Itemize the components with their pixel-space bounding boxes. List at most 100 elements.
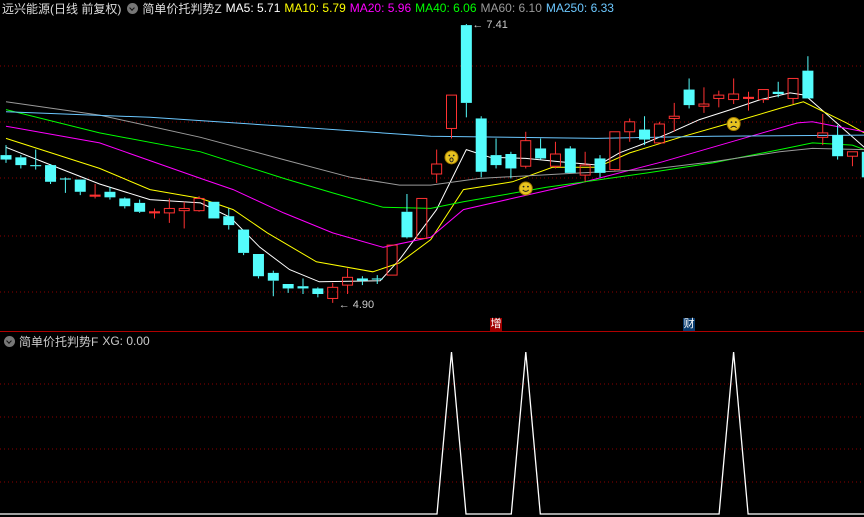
candle-body [104,191,116,198]
candle-body [312,288,324,294]
candle-down [134,199,146,213]
face-eye [734,121,737,124]
candle-down [832,125,844,160]
candle-down [505,151,517,179]
candle-body [0,155,12,160]
candle-body [431,163,443,175]
candle-body [208,201,220,219]
candle-down [45,164,57,184]
candle-body [238,229,250,253]
candle-up [327,282,339,303]
candle-down [74,179,86,196]
candle-body [475,118,487,172]
candle-up [668,102,680,132]
candle-body [59,178,71,180]
candle-body [327,286,339,299]
candle-down [475,116,487,178]
candle-body [743,96,754,99]
candle-body [223,216,235,226]
candle-down [312,287,324,298]
candle-body [446,94,457,129]
surprised-face-icon [444,150,459,165]
candle-down [30,149,42,170]
candle-up [149,208,160,219]
candle-body [30,165,42,167]
signal-tag-cai: 财 [683,318,696,331]
candle-body [594,158,606,173]
candle-body [713,94,725,99]
candle-up [89,184,101,199]
candle-down [535,138,547,160]
candle-body [609,131,621,171]
candle-body [282,284,294,289]
candle-down [683,78,695,109]
kline-chart[interactable]: ← 7.41 ← 4.90 [0,0,864,517]
candle-body [15,157,27,166]
candle-up [743,91,754,111]
candle-up [713,90,725,108]
xg-signal-line [0,351,864,515]
candle-up [787,77,799,104]
candle-down [238,229,250,256]
candle-body [683,89,695,106]
candle-body [639,129,651,140]
candle-body [668,115,680,119]
candle-down [802,56,814,99]
candle-body [846,151,858,157]
candle-body [490,155,502,166]
candle-down [104,187,116,200]
candle-body [802,70,814,99]
candle-down [297,278,309,294]
candle-body [193,197,205,212]
candle-body [401,211,413,238]
candle-down [59,177,71,193]
xg-value: XG: 0.00 [102,334,150,348]
candle-body [505,154,517,169]
candle-up [549,141,561,169]
candle-body [149,211,160,214]
sub-indicator-dropdown-icon[interactable] [4,335,15,347]
face-circle [518,181,533,196]
candle-body [653,123,665,144]
candle-body [832,135,844,157]
sad-face-icon [726,117,741,131]
candle-body [267,272,279,281]
candle-down [15,155,27,169]
face-eye [730,121,733,124]
candle-body [89,194,101,197]
candle-body [297,286,309,289]
candle-body [460,25,472,103]
candle-down [252,254,264,279]
candle-up [846,151,858,167]
candle-down [0,145,12,163]
candle-down [208,201,220,219]
candle-down [460,24,472,118]
candle-body [178,207,190,212]
candle-body [579,164,591,176]
candle-body [356,278,368,281]
face-eye [448,154,451,157]
ma60-line [5,101,864,186]
candle-body [698,103,710,107]
candle-up [817,114,829,146]
face-eye [452,154,455,157]
candle-body [386,244,398,276]
candle-body [520,140,532,167]
candle-body [787,77,799,99]
candle-up [579,151,591,182]
candle-body [134,202,146,212]
candle-down [594,155,606,178]
face-circle [726,117,741,131]
face-eye [522,185,525,188]
candle-down [401,194,413,239]
candle-down [564,146,576,173]
candle-down [639,116,651,146]
candle-up [163,198,175,223]
smile-face-icon [518,181,533,196]
candle-body [416,197,428,239]
sub-chart-header: 简单价托判势F XG: 0.00 [2,333,150,349]
candle-body [535,148,547,159]
candle-down [371,275,383,284]
sub-indicator-name: 简单价托判势F [19,334,99,349]
candle-down [223,208,235,230]
